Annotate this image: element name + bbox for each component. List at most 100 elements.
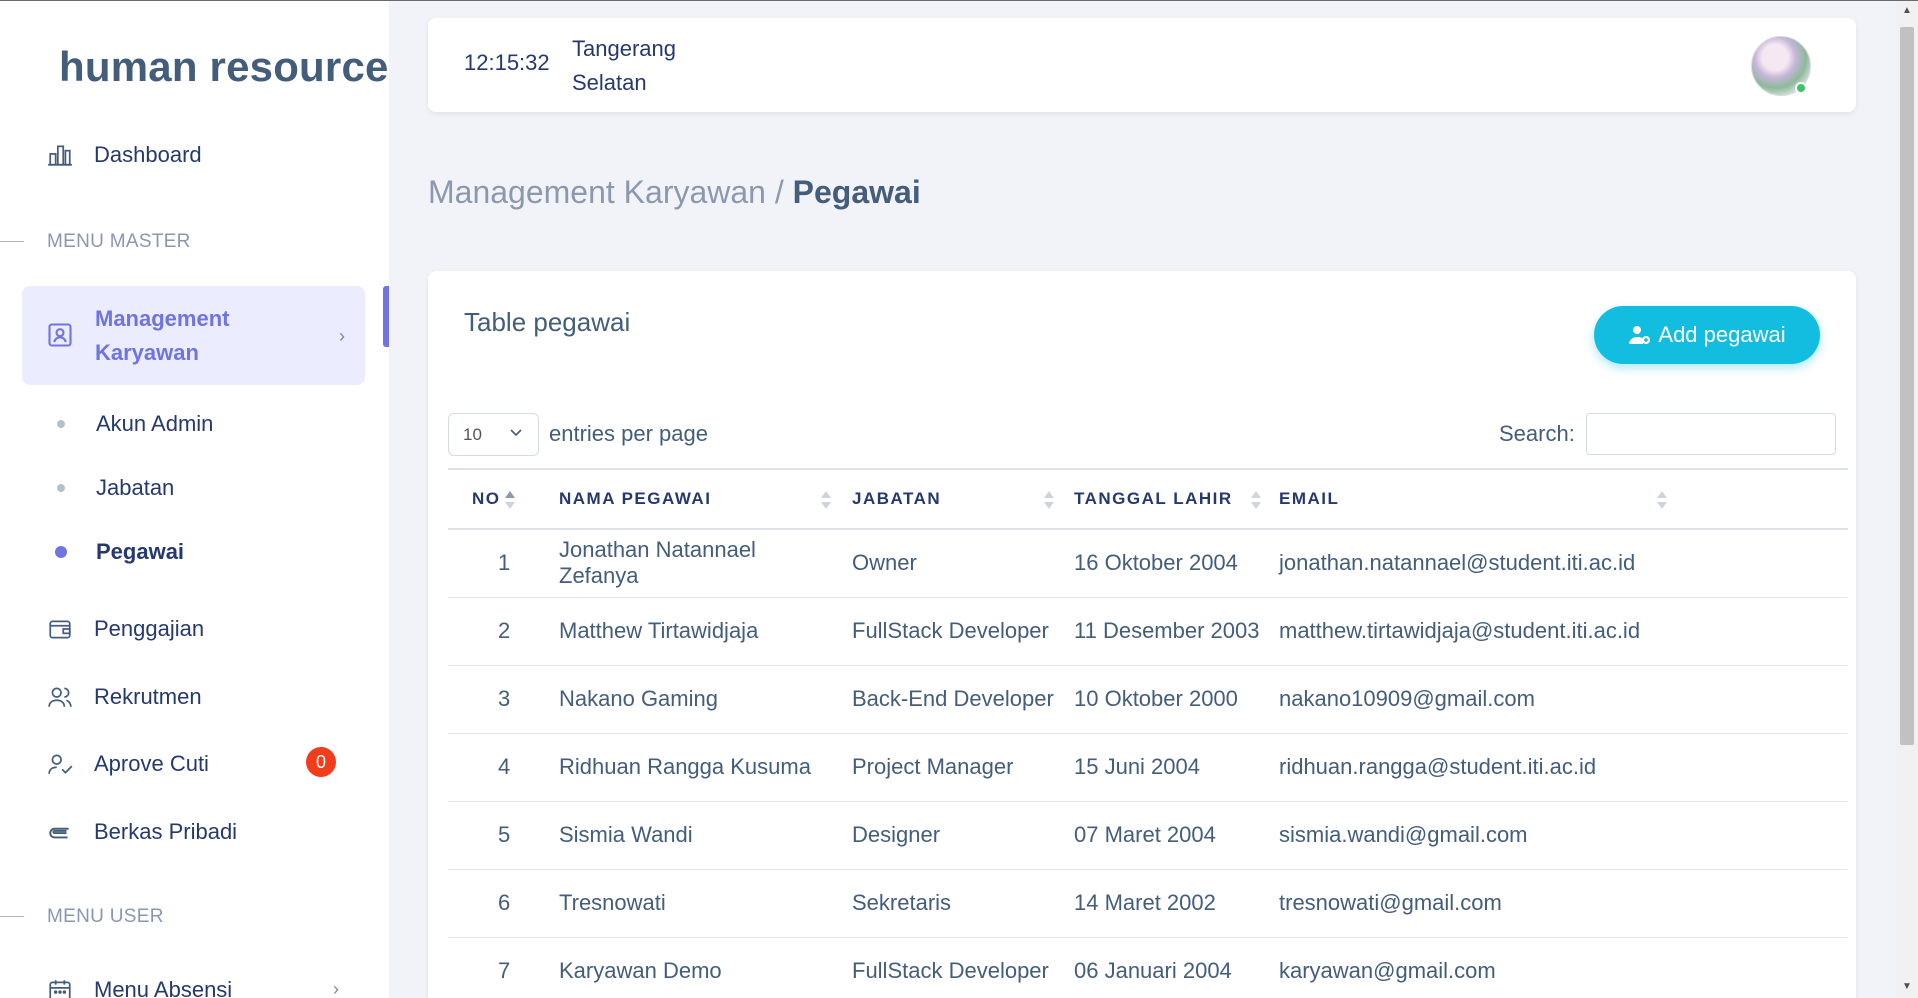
cell-tanggal-lahir: 07 Maret 2004 (1062, 801, 1267, 870)
sidebar-item-penggajian[interactable]: Penggajian (22, 597, 365, 661)
card-title: Table pegawai (464, 307, 631, 337)
cell-email: ridhuan.rangga@student.iti.ac.id (1267, 733, 1848, 802)
sort-icon (1044, 491, 1054, 513)
bullet-active-icon (55, 546, 67, 558)
sort-asc-icon (505, 491, 515, 513)
section-divider (0, 241, 24, 242)
entries-label: entries per page (549, 421, 708, 446)
table-row: 5 Sismia Wandi Designer 07 Maret 2004 sismia… (448, 801, 1848, 870)
column-header-label: JABATAN (852, 489, 942, 508)
table-row: 3 Nakano Gaming Back-End Developer 10 Oktob… (448, 665, 1848, 734)
table-header-row: NO NAMA PEGAWAI JABATAN TANGGAL LAHIR EM… (448, 468, 1848, 530)
cell-no: 5 (448, 801, 547, 870)
cell-email: jonathan.natannael@student.iti.ac.id (1267, 529, 1848, 598)
sidebar: human resource Dashboard MENU MASTER Man… (0, 1, 389, 998)
sidebar-subitem-jabatan[interactable]: Jabatan (96, 475, 174, 501)
table-row: 2 Matthew Tirtawidjaja FullStack Developer… (448, 597, 1848, 666)
cell-jabatan: Owner (840, 529, 1062, 598)
entries-per-page-select[interactable]: 10 (448, 413, 539, 456)
cell-email: matthew.tirtawidjaja@student.iti.ac.id (1267, 597, 1848, 666)
id-card-icon (46, 321, 74, 349)
cell-tanggal-lahir: 11 Desember 2003 (1062, 597, 1267, 666)
cell-tanggal-lahir: 06 Januari 2004 (1062, 937, 1267, 998)
sidebar-item-rekrutmen[interactable]: Rekrutmen (22, 665, 365, 729)
cell-tanggal-lahir: 15 Juni 2004 (1062, 733, 1267, 802)
bar-chart-icon (46, 141, 74, 169)
pegawai-table: NO NAMA PEGAWAI JABATAN TANGGAL LAHIR EM… (448, 468, 1848, 998)
bullet-icon (57, 420, 65, 428)
table-row: 1 Jonathan Natannael Zefanya Owner 16 Oktob… (448, 529, 1848, 598)
sidebar-item-berkas-pribadi[interactable]: Berkas Pribadi (22, 800, 365, 864)
sidebar-item-label: Penggajian (94, 616, 205, 641)
section-divider (0, 916, 24, 917)
cell-nama: Jonathan Natannael Zefanya (547, 529, 840, 598)
cell-nama: Sismia Wandi (547, 801, 840, 870)
scroll-down-arrow-icon[interactable]: ▼ (1900, 980, 1914, 994)
chevron-down-icon (510, 429, 522, 437)
table-row: 6 Tresnowati Sekretaris 14 Maret 2002 tresno… (448, 869, 1848, 938)
cell-nama: Nakano Gaming (547, 665, 840, 734)
sort-icon (1251, 491, 1261, 513)
users-icon (46, 683, 74, 711)
cell-no: 7 (448, 937, 547, 998)
scroll-up-arrow-icon[interactable]: ▲ (1900, 4, 1914, 18)
cell-jabatan: FullStack Developer (840, 597, 1062, 666)
chevron-right-icon: › (339, 326, 345, 346)
sidebar-item-management-karyawan[interactable]: Management Karyawan › (22, 286, 365, 385)
cuti-count-badge: 0 (306, 747, 336, 777)
cell-no: 2 (448, 597, 547, 666)
menu-user-title: MENU USER (47, 906, 164, 927)
sidebar-item-label: Management Karyawan (95, 306, 230, 365)
column-header-no[interactable]: NO (448, 468, 547, 530)
brand-title: human resource (59, 43, 389, 90)
cell-jabatan: Back-End Developer (840, 665, 1062, 734)
cell-jabatan: Sekretaris (840, 869, 1062, 938)
search-input[interactable] (1586, 413, 1836, 455)
cell-email: karyawan@gmail.com (1267, 937, 1848, 998)
menu-master-title: MENU MASTER (47, 231, 191, 252)
cell-tanggal-lahir: 16 Oktober 2004 (1062, 529, 1267, 598)
add-pegawai-button[interactable]: Add pegawai (1594, 306, 1820, 364)
column-header-label: EMAIL (1279, 489, 1340, 508)
cell-email: tresnowati@gmail.com (1267, 869, 1848, 938)
sidebar-subitem-pegawai[interactable]: Pegawai (96, 539, 184, 565)
wallet-icon (46, 615, 74, 643)
cell-nama: Ridhuan Rangga Kusuma (547, 733, 840, 802)
column-header-jabatan[interactable]: JABATAN (840, 468, 1062, 530)
table-row: 4 Ridhuan Rangga Kusuma Project Manager 15 … (448, 733, 1848, 802)
cell-nama: Tresnowati (547, 869, 840, 938)
cell-tanggal-lahir: 10 Oktober 2000 (1062, 665, 1267, 734)
top-header: 12:15:32 Tangerang Selatan (428, 18, 1856, 112)
breadcrumb-separator: / (765, 174, 793, 210)
page-title: Pegawai (792, 174, 921, 210)
search-label: Search: (1499, 421, 1575, 446)
cell-nama: Karyawan Demo (547, 937, 840, 998)
sidebar-item-dashboard[interactable]: Dashboard (22, 123, 365, 187)
online-status-dot (1795, 82, 1807, 94)
column-header-label: TANGGAL LAHIR (1074, 489, 1233, 508)
cell-nama: Matthew Tirtawidjaja (547, 597, 840, 666)
user-plus-icon (1629, 326, 1651, 344)
sort-icon (1657, 491, 1667, 513)
breadcrumb-parent[interactable]: Management Karyawan (428, 174, 766, 210)
user-check-icon (46, 750, 74, 778)
cell-jabatan: Project Manager (840, 733, 1062, 802)
column-header-email[interactable]: EMAIL (1267, 468, 1848, 530)
sidebar-item-menu-absensi[interactable]: Menu Absensi (22, 958, 365, 998)
active-indicator (383, 286, 389, 347)
cell-jabatan: Designer (840, 801, 1062, 870)
sidebar-subitem-akun-admin[interactable]: Akun Admin (96, 411, 213, 437)
cell-jabatan: FullStack Developer (840, 937, 1062, 998)
cell-no: 4 (448, 733, 547, 802)
location: Tangerang Selatan (572, 36, 676, 95)
cell-email: nakano10909@gmail.com (1267, 665, 1848, 734)
column-header-label: NO (472, 489, 501, 508)
chevron-right-icon: › (333, 979, 339, 998)
clock: 12:15:32 (464, 50, 550, 75)
breadcrumb: Management Karyawan / Pegawai (428, 174, 921, 211)
bullet-icon (57, 484, 65, 492)
column-header-tanggal-lahir[interactable]: TANGGAL LAHIR (1062, 468, 1267, 530)
sidebar-item-label: Dashboard (94, 142, 202, 167)
column-header-nama[interactable]: NAMA PEGAWAI (547, 468, 840, 530)
page-scrollbar-thumb[interactable] (1900, 27, 1914, 745)
